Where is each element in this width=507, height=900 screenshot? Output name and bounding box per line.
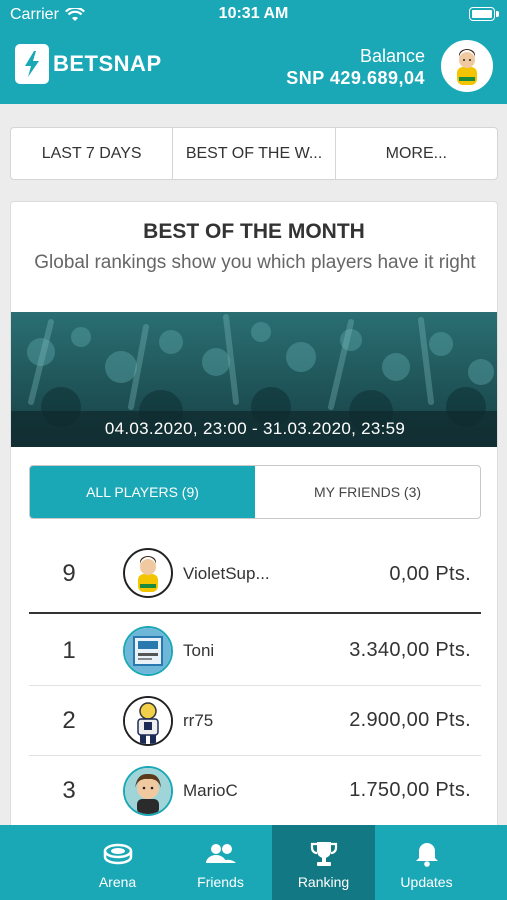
ranking-row[interactable]: 1 Toni 3.340,00 Pts. <box>29 616 481 686</box>
tab-updates[interactable]: Updates <box>375 825 478 900</box>
tab-arena-label: Arena <box>98 874 137 890</box>
row-player-name: Toni <box>183 640 215 660</box>
row-player-name: MarioC <box>183 780 238 800</box>
row-points: 3.340,00 Pts. <box>349 639 471 661</box>
row-player-name: rr75 <box>183 710 214 730</box>
avatar <box>123 548 173 598</box>
ranking-list: 9 VioletSup... 0,00 Pts. 1 Toni 3.340,00… <box>29 536 481 826</box>
crowd-banner-image: 04.03.2020, 23:00 - 31.03.2020, 23:59 <box>11 312 497 447</box>
status-bar: Carrier 10:31 AM <box>0 0 507 32</box>
tab-ranking[interactable]: Ranking <box>272 825 375 900</box>
battery-icon <box>469 7 499 21</box>
balance-display[interactable]: Balance SNP 429.689,04 <box>286 46 425 89</box>
ranking-row[interactable]: 2 rr75 2.900,00 Pts. <box>29 686 481 756</box>
row-rank: 9 <box>62 560 76 587</box>
betsnap-logo-icon <box>15 44 49 84</box>
balance-label: Balance <box>359 46 425 66</box>
ranking-date-range: 04.03.2020, 23:00 - 31.03.2020, 23:59 <box>11 411 497 447</box>
tab-all-players[interactable]: ALL PLAYERS (9) <box>30 466 255 518</box>
row-points: 2.900,00 Pts. <box>349 709 471 731</box>
tab-friends-label: Friends <box>197 874 244 890</box>
trophy-icon <box>309 839 339 869</box>
user-avatar[interactable] <box>441 40 493 92</box>
tab-ranking-label: Ranking <box>297 874 350 890</box>
bell-icon <box>412 839 442 869</box>
row-rank: 1 <box>62 636 76 664</box>
status-time: 10:31 AM <box>218 5 289 22</box>
betsnap-logo: BETSNAP <box>15 44 162 84</box>
ranking-period-filter: LAST 7 DAYS BEST OF THE W... MORE... <box>10 127 498 180</box>
tab-friends[interactable]: Friends <box>169 825 272 900</box>
row-player-name: VioletSup... <box>183 564 270 583</box>
filter-last-7-days[interactable]: LAST 7 DAYS <box>11 128 174 179</box>
tab-my-friends[interactable]: MY FRIENDS (3) <box>255 466 480 518</box>
app-header: Carrier 10:31 AM BETSNAP Balance SNP 429… <box>0 0 507 104</box>
balance-value: SNP 429.689,04 <box>286 68 425 88</box>
filter-best-of-the-week[interactable]: BEST OF THE W... <box>173 128 336 179</box>
tabbar-spacer <box>0 825 66 900</box>
logo-text: BETSNAP <box>53 51 162 76</box>
ranking-card: BEST OF THE MONTH Global rankings show y… <box>10 201 498 841</box>
row-rank: 3 <box>62 776 76 804</box>
ranking-title: BEST OF THE MONTH <box>143 220 365 243</box>
players-segment: ALL PLAYERS (9) MY FRIENDS (3) <box>29 465 481 519</box>
row-points: 1.750,00 Pts. <box>349 779 471 801</box>
avatar <box>123 696 173 746</box>
avatar <box>123 626 173 676</box>
bottom-tab-bar: Arena Friends Ranking Updates <box>0 825 507 900</box>
friends-icon <box>205 839 236 869</box>
tab-updates-label: Updates <box>400 874 453 890</box>
avatar <box>123 766 173 816</box>
stadium-icon <box>103 839 133 869</box>
current-user-row[interactable]: 9 VioletSup... 0,00 Pts. <box>29 536 481 614</box>
row-points: 0,00 Pts. <box>389 562 471 585</box>
row-rank: 2 <box>62 706 76 734</box>
tab-arena[interactable]: Arena <box>66 825 169 900</box>
ranking-row[interactable]: 3 MarioC 1.750,00 Pts. <box>29 756 481 826</box>
filter-more[interactable]: MORE... <box>336 128 497 179</box>
ranking-subtitle: Global rankings show you which players h… <box>34 252 476 273</box>
